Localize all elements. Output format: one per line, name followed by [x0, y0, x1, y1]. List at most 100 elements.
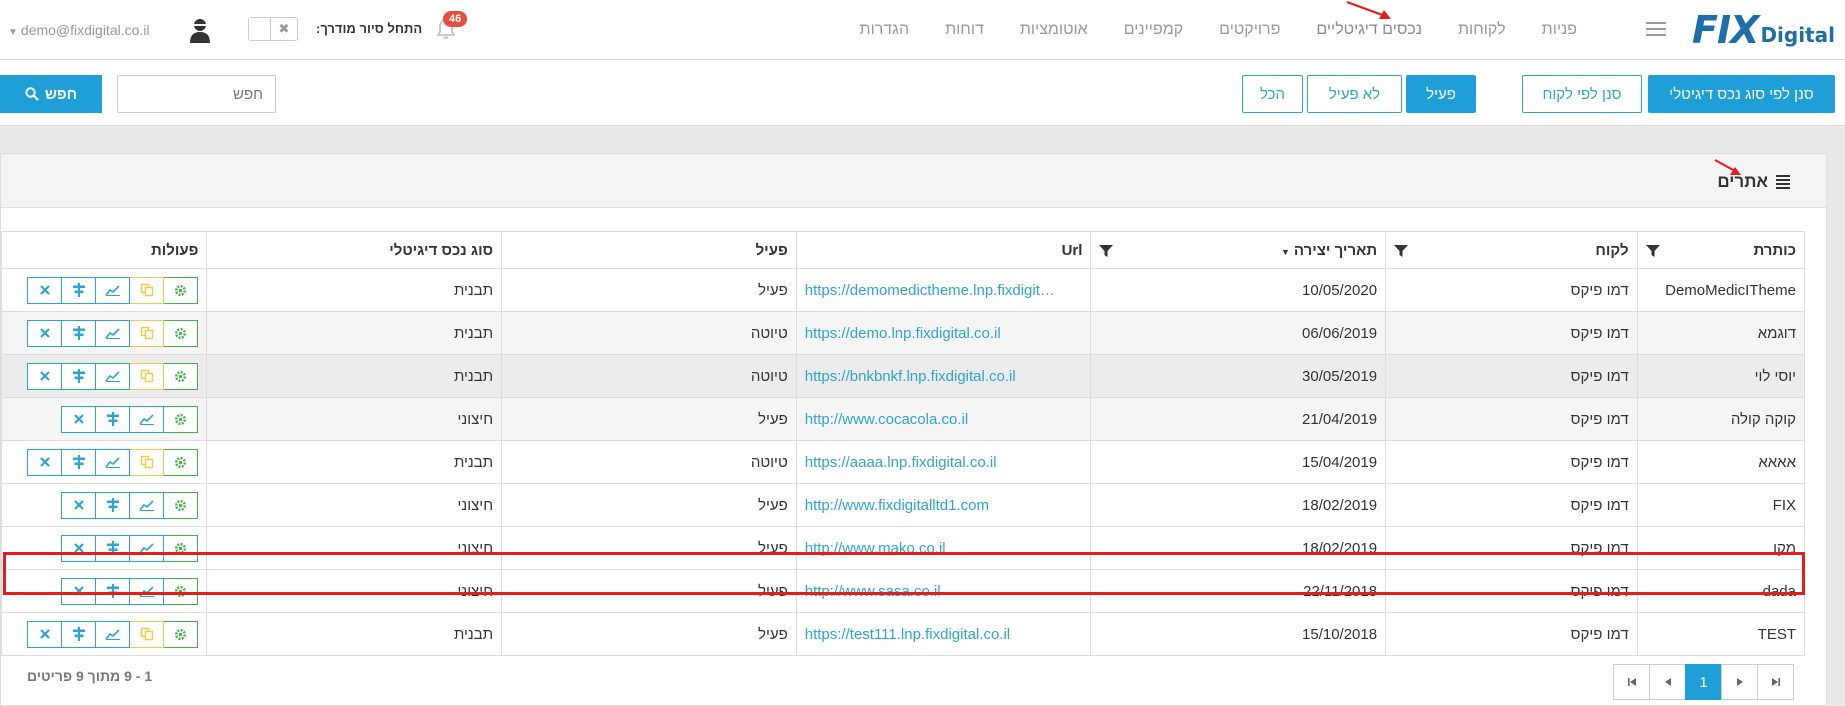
table-row[interactable]: אאאא דמו פיקס 15/04/2019 https://aaaa.lnp.f…: [0, 440, 1806, 484]
column-header-client[interactable]: לקוח: [1385, 231, 1638, 269]
filter-active-button[interactable]: פעיל: [1406, 75, 1476, 113]
cell-url[interactable]: http://www.sasa.co.il: [795, 569, 1092, 613]
statistics-button[interactable]: [129, 534, 165, 562]
signpost-button[interactable]: [61, 620, 97, 648]
search-button[interactable]: חפש: [0, 75, 102, 113]
signpost-button[interactable]: [61, 362, 97, 390]
column-header-active[interactable]: פעיל: [501, 231, 797, 269]
table-row[interactable]: FIX דמו פיקס 18/02/2019 http://www.fixdigit…: [0, 483, 1806, 527]
settings-button[interactable]: [163, 276, 199, 304]
table-row[interactable]: TEST דמו פיקס 15/10/2018 https://test111.ln…: [0, 612, 1806, 656]
table-row[interactable]: קוקה קולה דמו פיקס 21/04/2019 http://www.co…: [0, 397, 1806, 441]
filter-icon[interactable]: [1645, 244, 1660, 258]
delete-button[interactable]: [61, 405, 97, 433]
duplicate-button[interactable]: [129, 362, 165, 390]
table-row[interactable]: מקו דמו פיקס 18/02/2019 http://www.mako.co.…: [0, 526, 1806, 570]
cell-url-text[interactable]: http://www.cocacola.co.il: [805, 411, 1083, 428]
nav-item-2[interactable]: נכסים דיגיטליים: [1298, 21, 1440, 39]
hamburger-menu-icon[interactable]: [1644, 18, 1668, 40]
last-page-button[interactable]: [1757, 664, 1794, 700]
fix-digital-logo[interactable]: FIX Digital: [1692, 8, 1835, 52]
cell-url[interactable]: http://www.cocacola.co.il: [795, 397, 1092, 441]
statistics-button[interactable]: [95, 319, 131, 347]
cell-url-text[interactable]: http://www.fixdigitalltd1.com: [805, 497, 1083, 514]
nav-item-7[interactable]: הגדרות: [842, 21, 928, 39]
cell-url[interactable]: https://test111.lnp.fixdigital.co.il: [795, 612, 1092, 656]
delete-button[interactable]: [61, 534, 97, 562]
delete-button[interactable]: [27, 448, 63, 476]
nav-item-4[interactable]: קמפיינים: [1106, 21, 1201, 39]
statistics-button[interactable]: [129, 577, 165, 605]
settings-button[interactable]: [163, 491, 199, 519]
column-header-type[interactable]: סוג נכס דיגיטלי: [206, 231, 503, 269]
table-row[interactable]: דוגמא דמו פיקס 06/06/2019 https://demo.lnp.…: [0, 311, 1806, 355]
cell-url-text[interactable]: https://test111.lnp.fixdigital.co.il: [805, 626, 1083, 643]
cell-url[interactable]: https://demomedictheme.lnp.fixdigit…: [795, 268, 1092, 312]
delete-button[interactable]: [27, 362, 63, 390]
delete-button[interactable]: [61, 577, 97, 605]
next-page-button[interactable]: [1721, 664, 1758, 700]
statistics-button[interactable]: [129, 405, 165, 433]
settings-button[interactable]: [163, 362, 199, 390]
settings-button[interactable]: [163, 620, 199, 648]
signpost-button[interactable]: [61, 319, 97, 347]
cell-url[interactable]: https://demo.lnp.fixdigital.co.il: [795, 311, 1092, 355]
first-page-button[interactable]: [1613, 664, 1650, 700]
column-header-url[interactable]: Url: [795, 231, 1092, 269]
duplicate-button[interactable]: [129, 620, 165, 648]
table-row[interactable]: יוסי לוי דמו פיקס 30/05/2019 https://bnkbnk…: [0, 354, 1806, 398]
nav-item-6[interactable]: דוחות: [927, 21, 1002, 39]
delete-button[interactable]: [27, 319, 63, 347]
column-header-created[interactable]: תאריך יצירה▼: [1090, 231, 1387, 269]
cell-url[interactable]: https://aaaa.lnp.fixdigital.co.il: [795, 440, 1092, 484]
settings-button[interactable]: [163, 577, 199, 605]
filter-all-button[interactable]: הכל: [1242, 75, 1303, 113]
cell-url-text[interactable]: https://demomedictheme.lnp.fixdigit…: [805, 282, 1083, 299]
filter-by-client-button[interactable]: סנן לפי לקוח: [1522, 75, 1642, 113]
settings-button[interactable]: [163, 534, 199, 562]
cell-url-text[interactable]: https://demo.lnp.fixdigital.co.il: [805, 325, 1083, 342]
statistics-button[interactable]: [95, 448, 131, 476]
signpost-button[interactable]: [95, 534, 131, 562]
cell-url[interactable]: http://www.fixdigitalltd1.com: [795, 483, 1092, 527]
statistics-button[interactable]: [129, 491, 165, 519]
signpost-button[interactable]: [95, 405, 131, 433]
delete-button[interactable]: [61, 491, 97, 519]
filter-inactive-button[interactable]: לא פעיל: [1307, 75, 1402, 113]
cell-url-text[interactable]: http://www.mako.co.il: [805, 540, 1083, 557]
duplicate-button[interactable]: [129, 448, 165, 476]
filter-icon[interactable]: [1099, 244, 1114, 258]
cell-url-text[interactable]: https://aaaa.lnp.fixdigital.co.il: [805, 454, 1083, 471]
signpost-button[interactable]: [95, 491, 131, 519]
cell-url[interactable]: https://bnkbnkf.lnp.fixdigital.co.il: [795, 354, 1092, 398]
filter-icon[interactable]: [1394, 244, 1409, 258]
filter-by-type-button[interactable]: סנן לפי סוג נכס דיגיטלי: [1648, 75, 1835, 113]
user-avatar-icon[interactable]: [189, 18, 211, 44]
nav-item-3[interactable]: פרויקטים: [1201, 21, 1298, 39]
cell-url-text[interactable]: https://bnkbnkf.lnp.fixdigital.co.il: [805, 368, 1083, 385]
table-row[interactable]: dada דמו פיקס 22/11/2018 http://www.sasa.co…: [0, 569, 1806, 613]
delete-button[interactable]: [27, 276, 63, 304]
delete-button[interactable]: [27, 620, 63, 648]
cell-url-text[interactable]: http://www.sasa.co.il: [805, 583, 1083, 600]
settings-button[interactable]: [163, 405, 199, 433]
nav-item-1[interactable]: לקוחות: [1440, 21, 1524, 39]
signpost-button[interactable]: [61, 276, 97, 304]
table-row[interactable]: DemoMedicITheme דמו פיקס 10/05/2020 https:/…: [0, 268, 1806, 312]
duplicate-button[interactable]: [129, 319, 165, 347]
nav-item-5[interactable]: אוטומציות: [1002, 21, 1106, 39]
search-input[interactable]: [117, 75, 276, 113]
cell-url[interactable]: http://www.mako.co.il: [795, 526, 1092, 570]
guided-tour-toggle[interactable]: ✖: [248, 17, 298, 41]
settings-button[interactable]: [163, 319, 199, 347]
current-page-button[interactable]: 1: [1685, 664, 1722, 700]
statistics-button[interactable]: [95, 620, 131, 648]
statistics-button[interactable]: [95, 276, 131, 304]
prev-page-button[interactable]: [1649, 664, 1686, 700]
statistics-button[interactable]: [95, 362, 131, 390]
duplicate-button[interactable]: [129, 276, 165, 304]
settings-button[interactable]: [163, 448, 199, 476]
nav-item-0[interactable]: פניות: [1524, 21, 1595, 39]
signpost-button[interactable]: [95, 577, 131, 605]
signpost-button[interactable]: [61, 448, 97, 476]
